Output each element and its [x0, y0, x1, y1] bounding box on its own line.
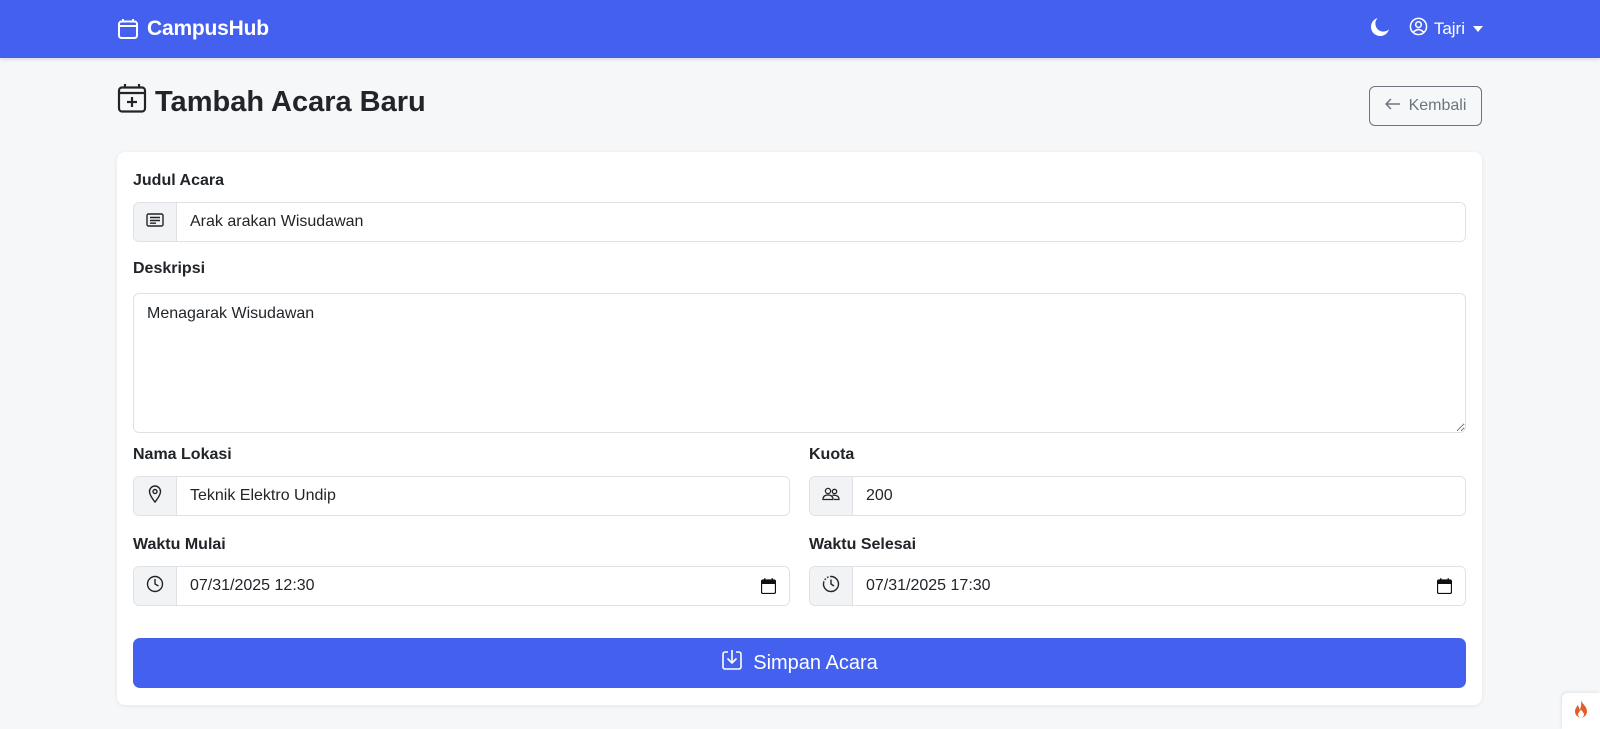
start-time-label: Waktu Mulai	[133, 536, 226, 553]
back-button[interactable]: Kembali	[1369, 86, 1482, 126]
quota-label: Kuota	[809, 446, 855, 463]
fire-icon	[1572, 699, 1590, 724]
quota-addon	[810, 477, 853, 515]
start-time-value: 07/31/2025 12:30	[190, 577, 315, 594]
start-time-addon	[134, 567, 177, 605]
location-addon	[134, 477, 177, 515]
location-input[interactable]	[177, 477, 789, 515]
back-button-label: Kembali	[1408, 97, 1467, 114]
title-input-group	[133, 202, 1466, 242]
page-header: Tambah Acara Baru Kembali	[117, 84, 1482, 128]
description-label: Deskripsi	[133, 260, 206, 277]
quota-input-group	[809, 476, 1466, 516]
save-download-icon	[721, 649, 743, 677]
page-title: Tambah Acara Baru	[155, 85, 426, 118]
title-label: Judul Acara	[133, 172, 224, 189]
calendar-picker-icon[interactable]	[761, 578, 776, 594]
location-input-group	[133, 476, 790, 516]
people-icon	[822, 487, 840, 506]
user-menu-dropdown[interactable]: Tajri	[1409, 17, 1483, 41]
start-time-input[interactable]: 07/31/2025 12:30	[177, 567, 789, 605]
brand-name: CampusHub	[147, 17, 269, 40]
arrow-left-icon	[1384, 97, 1401, 115]
calendar-picker-icon[interactable]	[1437, 578, 1452, 594]
moon-icon	[1369, 16, 1391, 43]
clock-history-icon	[822, 575, 840, 598]
page-title-wrap: Tambah Acara Baru	[117, 84, 426, 120]
geo-pin-icon	[148, 484, 162, 508]
brand-link[interactable]: CampusHub	[117, 16, 269, 42]
user-name: Tajri	[1433, 19, 1465, 38]
end-time-addon	[810, 567, 853, 605]
theme-toggle-button[interactable]	[1369, 16, 1391, 43]
end-time-value: 07/31/2025 17:30	[866, 577, 991, 594]
navbar-right: Tajri	[1369, 16, 1483, 42]
title-addon	[134, 203, 177, 241]
clock-icon	[146, 575, 164, 598]
calendar-plus-icon	[117, 83, 147, 121]
description-textarea[interactable]: Menagarak Wisudawan	[133, 293, 1466, 433]
save-event-button[interactable]: Simpan Acara	[133, 638, 1466, 688]
debug-toolbar-badge[interactable]	[1562, 693, 1600, 729]
card-text-icon	[146, 212, 164, 232]
end-time-label: Waktu Selesai	[809, 536, 917, 553]
navbar: CampusHub Tajri	[0, 0, 1600, 58]
quota-input[interactable]	[853, 477, 1465, 515]
event-form-card: Judul Acara Deskripsi Menagarak Wisudawa…	[117, 152, 1482, 705]
start-time-input-group: 07/31/2025 12:30	[133, 566, 790, 606]
save-event-label: Simpan Acara	[753, 651, 878, 674]
calendar-icon	[117, 18, 139, 40]
end-time-input[interactable]: 07/31/2025 17:30	[853, 567, 1465, 605]
title-input[interactable]	[177, 203, 1465, 241]
location-label: Nama Lokasi	[133, 446, 232, 463]
user-circle-icon	[1409, 17, 1428, 41]
chevron-down-icon	[1473, 26, 1483, 32]
end-time-input-group: 07/31/2025 17:30	[809, 566, 1466, 606]
